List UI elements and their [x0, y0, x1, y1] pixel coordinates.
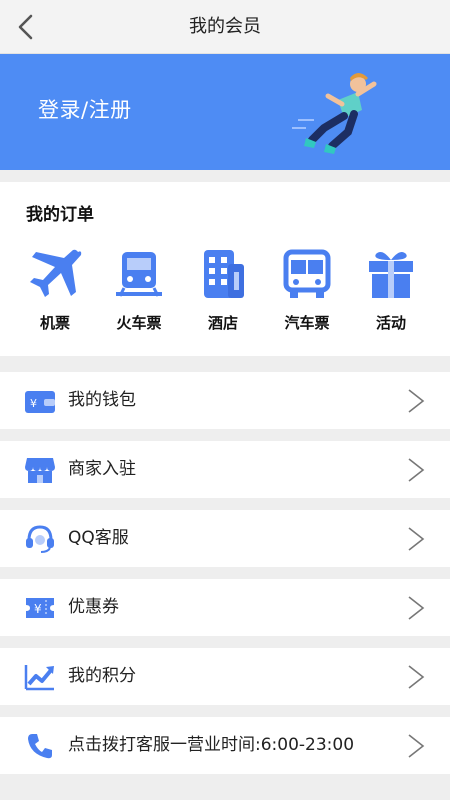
my-orders-card: 我的订单 机票 火车票 酒店 汽车票 活动: [0, 182, 450, 356]
chevron-right-icon: [408, 527, 425, 551]
order-hotel-label: 酒店: [207, 314, 238, 332]
train-icon: [116, 252, 162, 297]
menu-call-service-label: 点击拨打客服一营业时间:6:00-23:00: [68, 735, 355, 755]
order-train-label: 火车票: [116, 314, 162, 332]
menu-qq-service[interactable]: QQ客服: [0, 510, 450, 567]
order-bus[interactable]: 汽车票: [262, 248, 352, 338]
menu-coupon-label: 优惠券: [68, 597, 119, 617]
phone-icon: [24, 730, 56, 762]
member-banner: 登录/注册: [0, 54, 450, 170]
chevron-right-icon: [408, 596, 425, 620]
login-register-link[interactable]: 登录/注册: [38, 94, 132, 124]
coupon-icon: ¥: [24, 592, 56, 624]
menu-points[interactable]: 我的积分: [0, 648, 450, 705]
order-type-grid: 机票 火车票 酒店 汽车票 活动: [0, 248, 450, 338]
svg-text:¥: ¥: [34, 602, 42, 616]
hotel-icon: [204, 250, 244, 298]
menu-points-label: 我的积分: [68, 666, 136, 686]
menu-qq-service-label: QQ客服: [68, 528, 129, 548]
chevron-right-icon: [408, 665, 425, 689]
wallet-icon: ¥: [24, 385, 56, 417]
my-orders-heading: 我的订单: [26, 205, 94, 225]
chevron-right-icon: [408, 389, 425, 413]
order-activity-label: 活动: [375, 314, 406, 332]
menu-coupon[interactable]: ¥ 优惠券: [0, 579, 450, 636]
svg-text:¥: ¥: [30, 397, 37, 410]
menu-merchant[interactable]: 商家入驻: [0, 441, 450, 498]
menu-merchant-label: 商家入驻: [68, 459, 136, 479]
order-train[interactable]: 火车票: [94, 248, 184, 338]
order-activity[interactable]: 活动: [346, 248, 436, 338]
top-nav-bar: 我的会员: [0, 0, 450, 54]
menu-wallet-label: 我的钱包: [68, 390, 136, 410]
menu-wallet[interactable]: ¥ 我的钱包: [0, 372, 450, 429]
chevron-right-icon: [408, 734, 425, 758]
gift-icon: [369, 252, 413, 298]
store-icon: [24, 454, 56, 486]
airplane-icon: [30, 249, 82, 297]
order-flight-label: 机票: [39, 314, 70, 332]
order-flight[interactable]: 机票: [10, 248, 100, 338]
page-title: 我的会员: [189, 16, 261, 37]
order-hotel[interactable]: 酒店: [178, 248, 268, 338]
headset-icon: [24, 523, 56, 555]
chevron-right-icon: [408, 458, 425, 482]
trend-chart-icon: [24, 661, 56, 693]
bus-icon: [283, 249, 331, 298]
runner-illustration: [292, 73, 377, 154]
order-bus-label: 汽车票: [284, 314, 330, 332]
menu-call-service[interactable]: 点击拨打客服一营业时间:6:00-23:00: [0, 717, 450, 774]
